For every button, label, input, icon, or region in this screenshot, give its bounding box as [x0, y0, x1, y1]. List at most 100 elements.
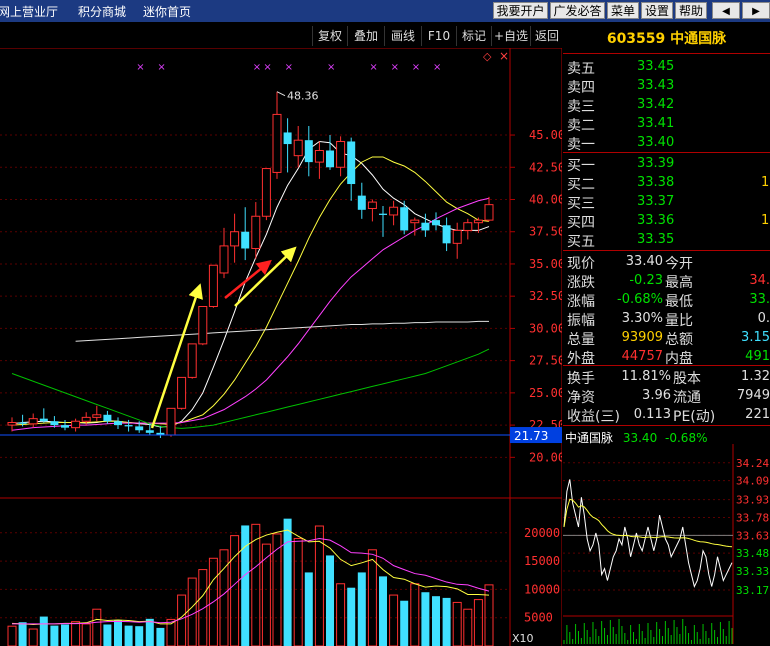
price-tick-label: 42.50 — [529, 160, 562, 174]
mini-home-link[interactable]: 迷你首页 — [143, 3, 191, 20]
mini-tick-label: 33.33 — [736, 565, 769, 578]
volume-bar — [251, 523, 261, 646]
candle-body — [219, 245, 229, 274]
candle-body — [28, 418, 38, 425]
mini-price: 33.40 — [622, 431, 658, 445]
stat-value: 0. — [757, 311, 770, 326]
scroll-right-icon[interactable]: ▶ — [742, 2, 770, 19]
draw-line-button[interactable]: 画线 — [384, 26, 421, 46]
buy4-volume: 1 — [761, 213, 770, 228]
stat-value: 1.32 — [741, 369, 770, 384]
volume-bar — [347, 587, 356, 646]
volume-bar — [92, 608, 102, 646]
candle-body — [81, 416, 91, 422]
marker-icon: × — [285, 62, 293, 73]
open-account-button[interactable]: 我要开户 — [493, 2, 548, 19]
online-hall-link[interactable]: 网上营业厅 — [0, 3, 58, 20]
candle-body — [208, 264, 218, 307]
buy5-label: 买五 — [567, 234, 595, 250]
volume-bar — [135, 626, 144, 646]
candle-body — [367, 201, 377, 210]
sell4-price: 33.43 — [637, 78, 675, 93]
sell5-label: 卖五 — [567, 61, 595, 77]
candle-body — [304, 140, 313, 163]
candle-body — [251, 215, 261, 249]
volume-bar — [389, 594, 399, 646]
add-watchlist-button[interactable]: +自选 — [491, 26, 530, 46]
scroll-left-icon[interactable]: ◀ — [712, 2, 740, 19]
divider — [563, 152, 770, 153]
price-tick-label: 37.50 — [529, 225, 562, 239]
volume-bar — [198, 569, 208, 646]
volume-bar — [463, 608, 473, 646]
candle-body — [145, 430, 154, 433]
volume-bar — [410, 583, 420, 646]
price-tick-label: 45.00 — [529, 128, 562, 142]
stat-value: 491 — [745, 349, 770, 364]
high-price-label: 48.36 — [287, 90, 319, 103]
f10-button[interactable]: F10 — [421, 26, 456, 46]
candle-body — [283, 132, 292, 145]
volume-bar — [379, 576, 387, 646]
buy3-price: 33.37 — [637, 194, 675, 209]
candle-body — [261, 168, 271, 217]
stat-label: 最高 — [665, 275, 693, 291]
settings-button[interactable]: 设置 — [641, 2, 673, 19]
volume-bar — [230, 535, 240, 646]
mini-tick-label: 34.09 — [736, 475, 769, 488]
stat-value: 11.81% — [621, 369, 671, 384]
stat-label: 股本 — [673, 371, 701, 387]
volume-bar — [103, 624, 112, 646]
volume-ma-line-vma5 — [11, 529, 490, 625]
candle-body — [442, 225, 451, 244]
current-price-text: 21.73 — [514, 429, 548, 443]
stat-label: PE(动) — [673, 409, 716, 425]
stock-title: 603559 中通国脉 — [563, 28, 770, 50]
kline-chart[interactable]: 45.00 42.50 40.00 37.50 35.00 32.50 30.00 27.50… — [0, 48, 562, 646]
menu-button[interactable]: 菜单 — [607, 2, 639, 19]
candle-body — [272, 113, 282, 173]
overlay-button[interactable]: 叠加 — [347, 26, 384, 46]
mini-change: -0.68% — [665, 431, 708, 445]
volume-bar — [293, 537, 303, 646]
volume-bar — [484, 584, 494, 646]
candle-body — [166, 407, 176, 436]
buy2-price: 33.38 — [637, 175, 675, 190]
volume-bar — [28, 628, 38, 646]
candle-body — [410, 219, 420, 224]
stat-label: 总量 — [567, 332, 595, 348]
stat-label: 振幅 — [567, 313, 595, 329]
mini-tick-label: 33.93 — [736, 494, 769, 507]
restore-rights-button[interactable]: 复权 — [312, 26, 347, 46]
candle-body — [241, 231, 250, 249]
volume-bar — [283, 518, 292, 646]
marker-icon: × — [391, 62, 399, 73]
sell3-label: 卖三 — [567, 99, 595, 115]
back-button[interactable]: 返回 — [530, 26, 563, 46]
sell2-label: 卖二 — [567, 118, 595, 134]
volume-bar — [114, 619, 122, 646]
volume-bar — [304, 572, 313, 646]
stat-label: 量比 — [665, 313, 693, 329]
stat-label: 总额 — [665, 332, 693, 348]
mark-button[interactable]: 标记 — [456, 26, 491, 46]
candle-body — [326, 150, 334, 168]
stat-value: -0.68% — [617, 292, 663, 307]
candle-body — [452, 229, 462, 244]
intraday-chart[interactable]: 34.24 34.09 33.93 33.78 33.63 33.48 33.33 33.17 — [563, 444, 770, 644]
buy1-price: 33.39 — [637, 156, 675, 171]
candle-body — [421, 222, 430, 231]
stat-value: 93909 — [621, 330, 663, 345]
volume-bar — [336, 583, 346, 646]
buy4-price: 33.36 — [637, 213, 675, 228]
points-mall-link[interactable]: 积分商城 — [78, 3, 126, 20]
volume-tick-label: 10000 — [524, 582, 560, 596]
help-button[interactable]: 帮助 — [675, 2, 707, 19]
quote-panel: 603559 中通国脉 卖五 33.45 卖四 33.43 卖三 33.42 卖… — [563, 22, 770, 646]
price-tick-label: 40.00 — [529, 192, 562, 206]
price-tick-label: 35.00 — [529, 257, 562, 271]
candle-body — [473, 219, 483, 224]
buy2-volume: 1 — [761, 175, 770, 190]
marker-icon: × — [433, 62, 441, 73]
gf-qa-button[interactable]: 广发必答 — [550, 2, 605, 19]
